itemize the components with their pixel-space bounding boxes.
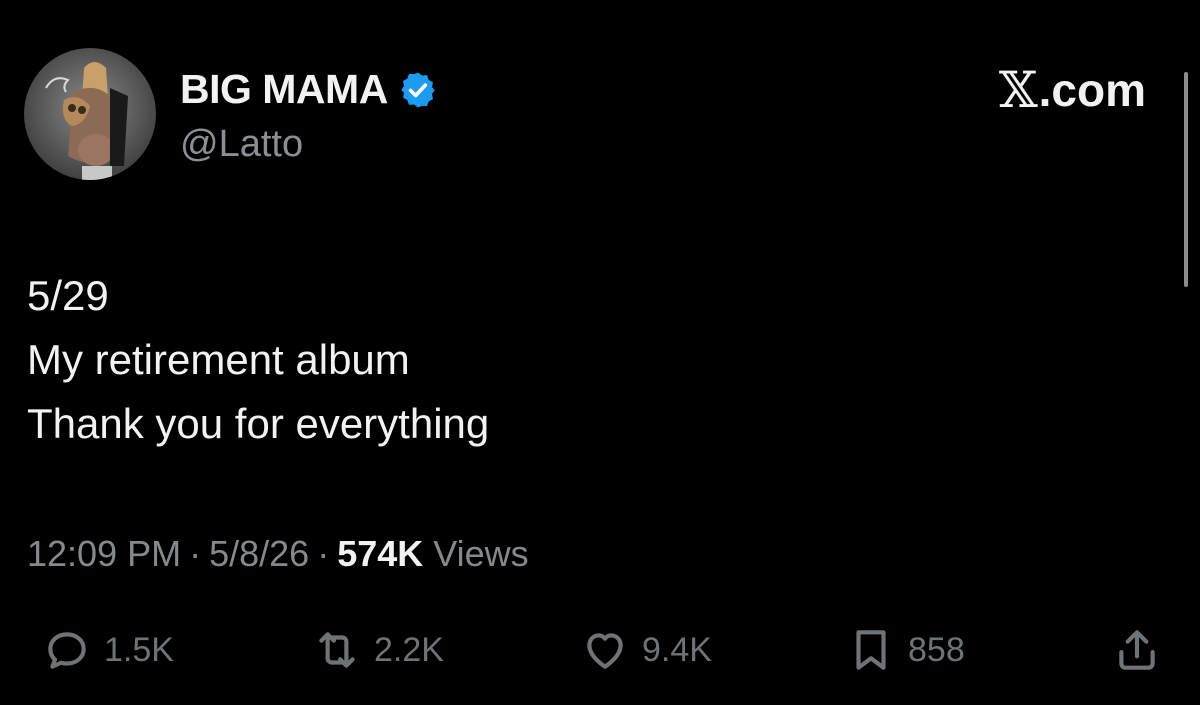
tweet-text: 5/29 My retirement album Thank you for e… <box>27 264 489 456</box>
tweet-line: Thank you for everything <box>27 400 490 447</box>
tweet-actions: 1.5K 2.2K 9.4K 858 <box>0 620 1200 680</box>
like-button[interactable]: 9.4K <box>580 620 712 680</box>
share-icon <box>1119 630 1155 670</box>
reply-icon <box>48 632 86 669</box>
scrollbar[interactable] <box>1184 72 1188 287</box>
share-button[interactable] <box>1112 620 1162 680</box>
x-com-logo: 𝕏 .com <box>999 64 1146 116</box>
brand-text: .com <box>1038 64 1146 116</box>
bookmark-icon <box>856 630 886 670</box>
repost-count: 2.2K <box>374 630 444 669</box>
meta-separator: · <box>317 533 330 574</box>
verified-badge-icon <box>401 72 435 108</box>
views-count: 574K <box>337 533 424 574</box>
reply-count: 1.5K <box>104 630 174 669</box>
profile-photo-icon <box>24 48 156 180</box>
tweet-line: 5/29 <box>27 272 109 319</box>
tweet-line: My retirement album <box>27 336 410 383</box>
tweet-metadata: 12:09 PM · 5/8/26 · 574K Views <box>27 530 529 578</box>
meta-separator: · <box>189 533 202 574</box>
display-name[interactable]: BIG MAMA <box>180 66 438 112</box>
avatar[interactable] <box>24 48 156 180</box>
repost-button[interactable]: 2.2K <box>312 620 444 680</box>
views-label: Views <box>433 533 529 574</box>
bookmark-button[interactable]: 858 <box>846 620 965 680</box>
user-handle[interactable]: @Latto <box>180 122 303 166</box>
repost-icon <box>319 632 355 668</box>
tweet-time[interactable]: 12:09 PM <box>27 533 181 574</box>
bookmark-count: 858 <box>908 630 965 669</box>
tweet-date[interactable]: 5/8/26 <box>209 533 309 574</box>
x-logo-icon: 𝕏 <box>998 61 1038 119</box>
heart-icon <box>587 633 623 669</box>
display-name-text: BIG MAMA <box>180 66 388 112</box>
like-count: 9.4K <box>642 630 712 669</box>
reply-button[interactable]: 1.5K <box>42 620 174 680</box>
